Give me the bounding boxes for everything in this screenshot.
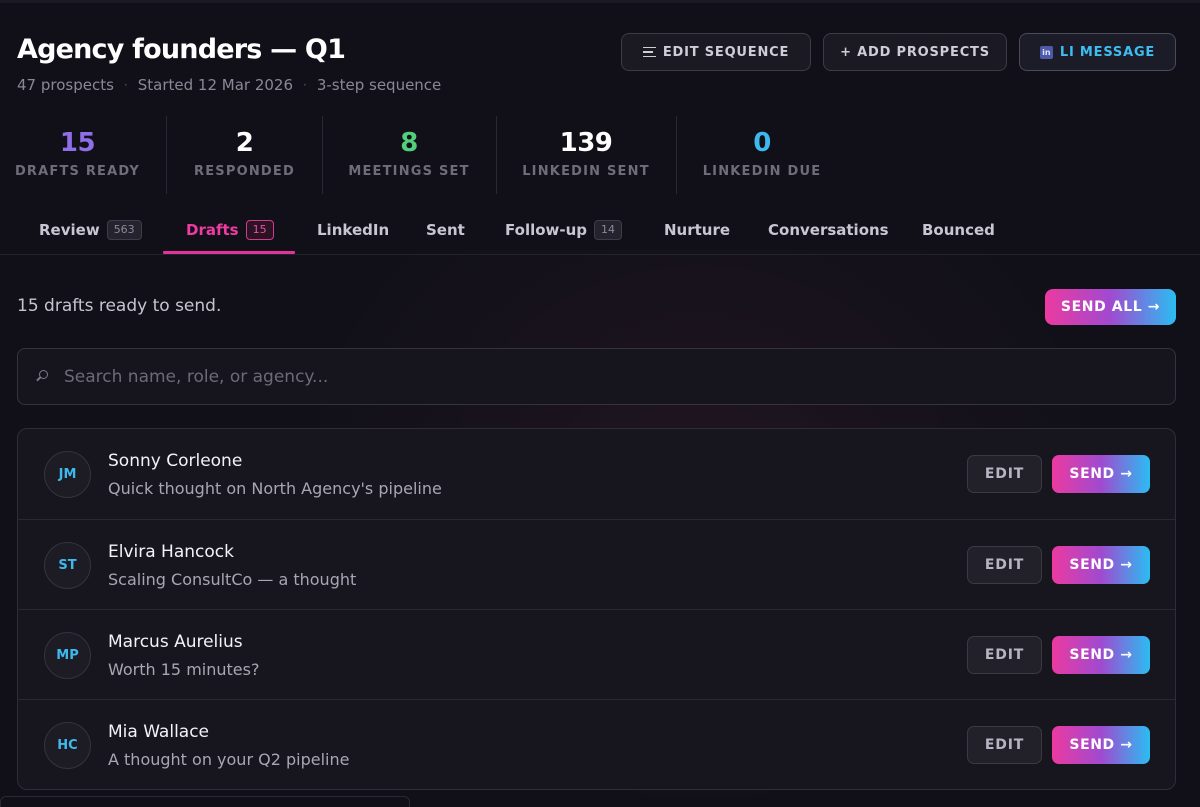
meta-separator: · [303,78,307,92]
search-icon [39,370,48,379]
linkedin-message-label: LI MESSAGE [1059,44,1156,60]
drafts-summary: 15 drafts ready to send. [17,296,222,316]
edit-sequence-button[interactable]: EDIT SEQUENCE [621,33,811,71]
tab-label: Bounced [922,220,995,239]
draft-subject: Worth 15 minutes? [108,660,260,679]
prospect-name: Elvira Hancock [108,542,234,562]
stat-linkedin-sent: 139 LINKEDIN SENT [497,116,675,194]
tab-sent[interactable]: Sent [426,205,465,254]
page: Agency founders — Q1 47 prospects · Star… [0,0,1200,807]
draft-subject: A thought on your Q2 pipeline [108,750,350,769]
tab-count-badge: 15 [245,219,274,240]
stat-label: DRAFTS READY [14,164,141,179]
stat-responded: 2 RESPONDED [167,116,322,194]
avatar: ST [44,542,91,589]
stat-value: 15 [59,128,96,158]
stat-label: LINKEDIN DUE [702,164,822,179]
tab-count-badge: 563 [106,219,142,240]
edit-draft-button[interactable]: EDIT [967,636,1042,674]
sequence-meta: 47 prospects · Started 12 Mar 2026 · 3-s… [17,76,441,94]
stat-label: MEETINGS SET [348,164,470,179]
prospect-count: 47 prospects [17,76,114,94]
draft-row[interactable]: ST Elvira Hancock Scaling ConsultCo — a … [18,519,1175,609]
add-prospects-label: + ADD PROSPECTS [840,44,990,60]
avatar: MP [44,632,91,679]
stat-value: 139 [559,128,613,158]
edit-draft-button[interactable]: EDIT [967,726,1042,764]
send-draft-button[interactable]: SEND → [1052,636,1150,674]
stat-label: RESPONDED [194,164,295,179]
tab-bounced[interactable]: Bounced [922,205,995,254]
send-draft-button[interactable]: SEND → [1052,455,1150,493]
tab-review[interactable]: Review 563 [39,205,142,254]
avatar: JM [44,451,91,498]
sequence-steps: 3-step sequence [316,76,442,94]
send-all-button[interactable]: SEND ALL → [1045,289,1176,325]
add-prospects-button[interactable]: + ADD PROSPECTS [823,33,1007,71]
linkedin-message-button[interactable]: in LI MESSAGE [1019,33,1176,71]
tab-linkedin[interactable]: LinkedIn [317,205,389,254]
start-date: Started 12 Mar 2026 [137,76,293,94]
stat-meetings-set: 8 MEETINGS SET [323,116,495,194]
tab-follow-up[interactable]: Follow-up 14 [505,205,623,254]
top-border [0,0,1200,3]
stat-drafts-ready: 15 DRAFTS READY [0,116,155,194]
tab-bar: Review 563 Drafts 15 LinkedIn Sent Follo… [0,205,1200,255]
drafts-list: JM Sonny Corleone Quick thought on North… [17,428,1176,790]
stats-bar: 15 DRAFTS READY 2 RESPONDED 8 MEETINGS S… [0,116,860,194]
prospect-name: Mia Wallace [108,722,210,742]
send-draft-button[interactable]: SEND → [1052,546,1150,584]
prospect-name: Marcus Aurelius [108,632,243,652]
edit-draft-button[interactable]: EDIT [967,455,1042,493]
avatar: HC [44,722,91,769]
tab-label: Conversations [768,220,889,239]
tab-drafts[interactable]: Drafts 15 [186,205,274,254]
meta-separator: · [123,78,128,92]
tab-label: Nurture [664,220,731,239]
tab-label: Review [39,220,100,239]
linkedin-icon: in [1039,45,1053,59]
stat-label: LINKEDIN SENT [522,164,650,179]
search-input[interactable] [64,349,1154,404]
stat-value: 2 [235,128,254,158]
tab-label: Sent [426,220,465,239]
draft-row[interactable]: JM Sonny Corleone Quick thought on North… [18,429,1175,519]
tab-count-badge: 14 [594,219,623,240]
draft-subject: Quick thought on North Agency's pipeline [108,479,442,498]
page-title: Agency founders — Q1 [17,34,346,65]
tab-nurture[interactable]: Nurture [664,205,730,254]
edit-draft-button[interactable]: EDIT [967,546,1042,584]
prospect-name: Sonny Corleone [108,451,243,471]
tab-conversations[interactable]: Conversations [768,205,889,254]
next-panel-edge [0,796,410,807]
tab-label: LinkedIn [317,220,390,239]
active-tab-indicator [163,251,295,254]
draft-row[interactable]: MP Marcus Aurelius Worth 15 minutes? EDI… [18,609,1175,699]
stat-value: 0 [753,128,771,158]
edit-sequence-label: EDIT SEQUENCE [662,44,790,60]
stat-value: 8 [400,128,418,158]
stat-linkedin-due: 0 LINKEDIN DUE [677,116,847,194]
send-draft-button[interactable]: SEND → [1052,726,1150,764]
tab-label: Follow-up [505,220,588,239]
list-icon [642,46,656,58]
tab-label: Drafts [186,220,239,239]
draft-row[interactable]: HC Mia Wallace A thought on your Q2 pipe… [18,699,1175,789]
search-box [17,348,1176,405]
draft-subject: Scaling ConsultCo — a thought [108,570,357,589]
